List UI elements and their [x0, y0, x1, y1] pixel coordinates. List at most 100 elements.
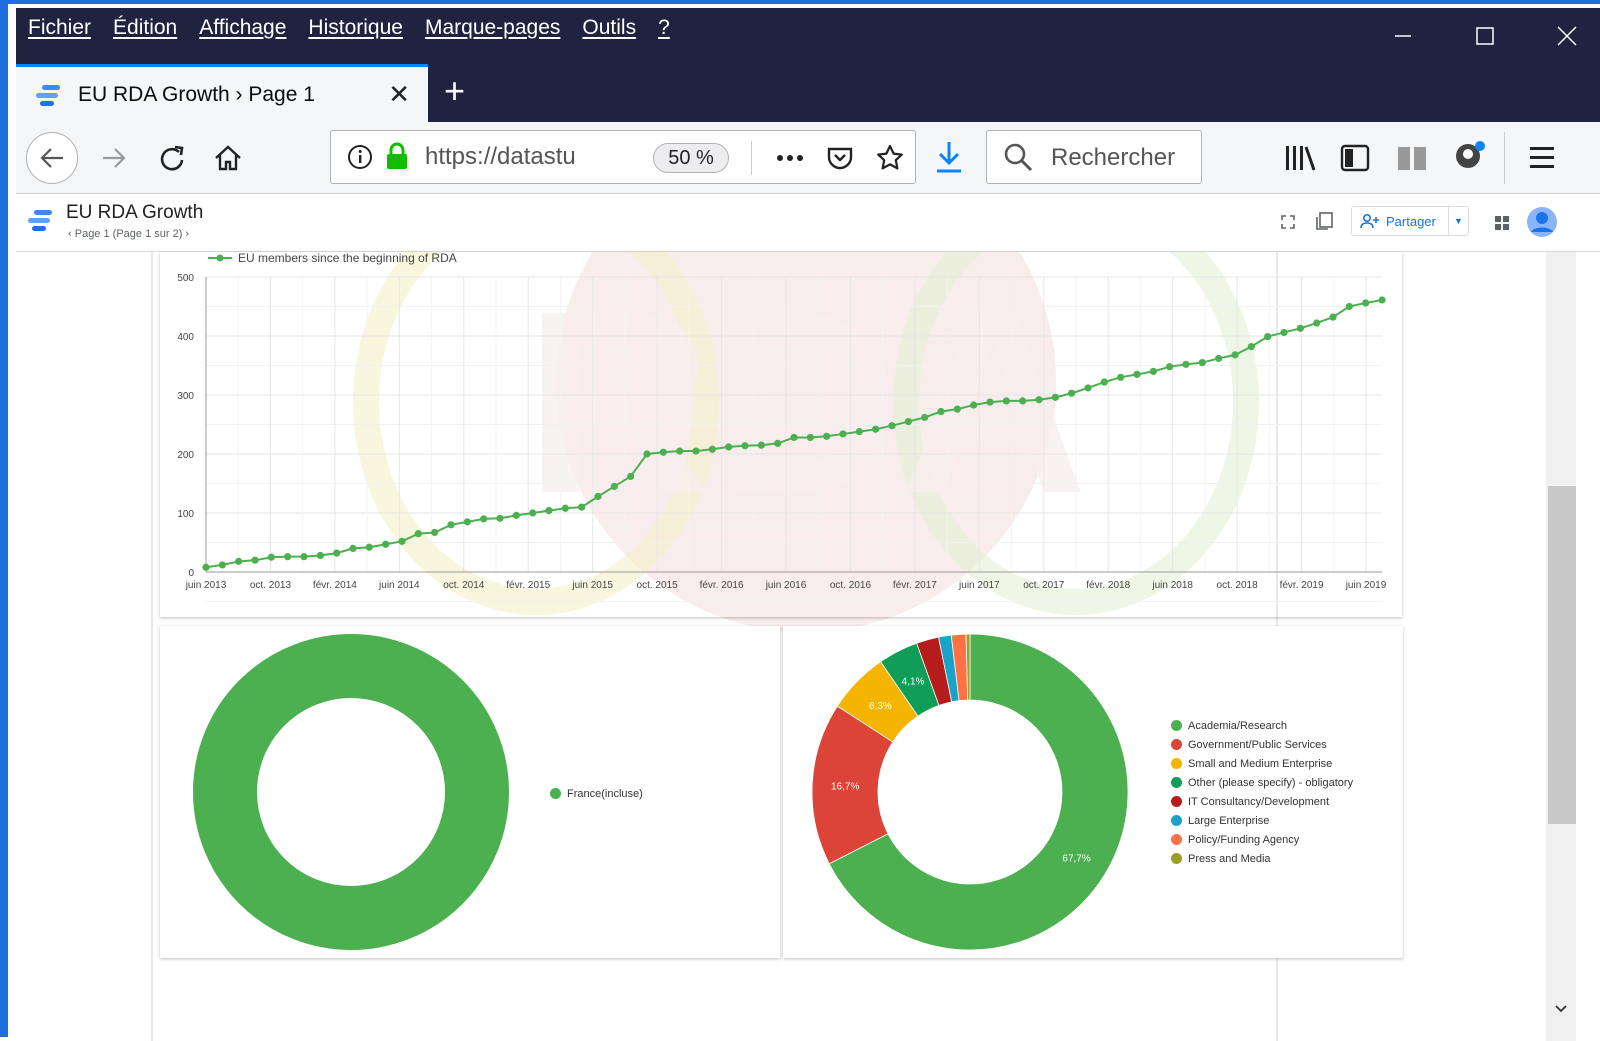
data-point — [1084, 384, 1092, 392]
data-point — [365, 543, 373, 551]
share-button[interactable]: Partager ▼ — [1351, 206, 1469, 236]
prev-page-icon[interactable]: ‹ — [68, 228, 72, 240]
y-tick-label: 300 — [177, 391, 194, 402]
menu-marque-pages[interactable]: Marque-pages — [425, 16, 560, 40]
url-bar[interactable]: https://datastu 50 % — [330, 130, 916, 184]
legend-item-other: Other (please specify) - obligatory — [1171, 773, 1353, 792]
data-point — [1166, 363, 1174, 371]
y-tick-label: 400 — [177, 332, 194, 343]
data-point — [1345, 302, 1353, 311]
forward-button[interactable] — [88, 132, 140, 184]
menu-fichier[interactable]: Fichier — [28, 16, 91, 40]
data-point — [561, 504, 569, 512]
avatar[interactable] — [1526, 206, 1558, 238]
data-point — [1247, 343, 1255, 351]
maximize-button[interactable] — [1444, 8, 1526, 64]
url-text[interactable]: https://datastu — [425, 143, 595, 171]
legend-label: Academia/Research — [1188, 719, 1288, 732]
close-icon — [1557, 26, 1577, 46]
legend-dot — [1171, 777, 1182, 788]
legend-label: Policy/Funding Agency — [1188, 833, 1300, 846]
country-donut-chart — [193, 634, 509, 950]
data-point — [888, 422, 896, 430]
tab-eu-rda-growth[interactable]: EU RDA Growth › Page 1 ✕ — [16, 64, 428, 122]
report-canvas: RDA EU members since the beginning of RD… — [16, 251, 1546, 1041]
scroll-down-icon[interactable] — [1554, 1004, 1568, 1014]
data-point — [872, 425, 880, 433]
fullscreen-icon[interactable] — [1280, 214, 1296, 230]
data-point — [300, 553, 308, 561]
close-window-button[interactable] — [1526, 8, 1600, 64]
data-point — [545, 507, 553, 515]
legend-label: Government/Public Services — [1188, 738, 1327, 751]
menu-edition[interactable]: Édition — [113, 16, 177, 40]
legend-dot — [1171, 815, 1182, 826]
search-field[interactable]: Rechercher — [986, 130, 1202, 184]
vertical-scrollbar[interactable] — [1546, 252, 1576, 1041]
data-label-government: 16,7% — [831, 782, 859, 793]
x-tick-label: juin 2014 — [378, 580, 420, 591]
menu-outils[interactable]: Outils — [582, 16, 636, 40]
info-icon[interactable] — [347, 144, 373, 170]
new-tab-button[interactable]: + — [444, 70, 465, 112]
data-point — [512, 511, 520, 519]
x-tick-label: oct. 2014 — [443, 580, 485, 591]
reader-view-icon[interactable] — [1396, 144, 1428, 172]
menu-historique[interactable]: Historique — [308, 16, 403, 40]
sidebar-icon[interactable] — [1340, 144, 1370, 172]
tab-close-icon[interactable]: ✕ — [388, 79, 410, 110]
reload-button[interactable] — [146, 132, 198, 184]
legend-dot — [1171, 796, 1182, 807]
data-point — [1035, 396, 1043, 404]
maximize-icon — [1476, 27, 1494, 45]
browser-window: Fichier Édition Affichage Historique Mar… — [0, 0, 1600, 1041]
x-tick-label: févr. 2018 — [1086, 580, 1130, 591]
data-point — [349, 544, 357, 552]
data-point — [284, 553, 292, 561]
legend-label: Large Enterprise — [1188, 814, 1270, 827]
menu-help[interactable]: ? — [658, 16, 670, 40]
add-person-icon — [1360, 213, 1379, 229]
data-point — [1051, 393, 1059, 401]
report-header: EU RDA Growth ‹ Page 1 (Page 1 sur 2) › … — [16, 194, 1600, 252]
page-edge-left — [151, 252, 153, 1041]
reload-icon — [160, 145, 184, 171]
x-tick-label: juin 2016 — [765, 580, 807, 591]
download-icon[interactable] — [934, 140, 964, 174]
x-tick-label: juin 2015 — [571, 580, 613, 591]
share-dropdown-icon[interactable]: ▼ — [1448, 207, 1468, 235]
share-label: Partager — [1386, 213, 1436, 229]
data-point — [333, 549, 341, 557]
bookmark-star-icon[interactable] — [875, 143, 905, 173]
copy-report-icon[interactable] — [1314, 211, 1334, 231]
tab-bar: EU RDA Growth › Page 1 ✕ + — [16, 64, 1600, 122]
back-button[interactable] — [26, 132, 78, 184]
legend-dot — [1171, 834, 1182, 845]
scrollbar-thumb[interactable] — [1548, 486, 1576, 824]
hamburger-menu-icon[interactable] — [1528, 145, 1558, 171]
x-tick-label: juin 2018 — [1151, 580, 1193, 591]
zoom-indicator[interactable]: 50 % — [653, 143, 729, 173]
tab-title: EU RDA Growth › Page 1 — [78, 82, 315, 106]
next-page-icon[interactable]: › — [185, 228, 189, 240]
home-button[interactable] — [202, 132, 254, 184]
navigation-bar: https://datastu 50 % Rechercher — [16, 122, 1600, 194]
page-actions-icon[interactable] — [775, 153, 805, 163]
data-point — [1215, 354, 1223, 363]
legend-item-government: Government/Public Services — [1171, 735, 1353, 754]
data-point — [1019, 397, 1027, 405]
legend-item-academia: Academia/Research — [1171, 716, 1353, 735]
pocket-icon[interactable] — [825, 143, 855, 173]
back-arrow-icon — [40, 148, 63, 168]
legend-label: EU members since the beginning of RDA — [238, 252, 457, 265]
account-icon[interactable] — [1454, 140, 1486, 172]
page-navigator[interactable]: ‹ Page 1 (Page 1 sur 2) › — [68, 228, 189, 240]
menu-affichage[interactable]: Affichage — [199, 16, 286, 40]
library-icon[interactable] — [1284, 144, 1316, 172]
data-point — [643, 450, 651, 458]
data-point — [1296, 324, 1304, 332]
legend-dot — [1171, 739, 1182, 750]
apps-grid-icon[interactable] — [1494, 215, 1510, 231]
minimize-button[interactable] — [1362, 8, 1444, 64]
data-point — [986, 398, 994, 406]
